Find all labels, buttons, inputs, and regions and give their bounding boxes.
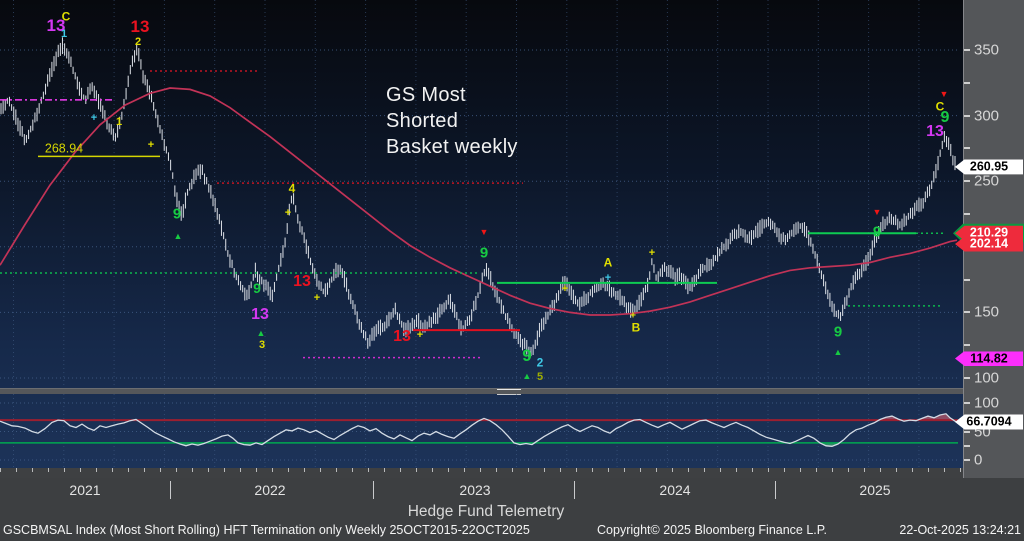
- svg-text:+: +: [605, 272, 611, 284]
- year-separator-tick: [574, 481, 575, 499]
- year-separator-tick: [170, 481, 171, 499]
- svg-text:▲: ▲: [174, 231, 183, 241]
- price-axis-tick: [964, 180, 970, 182]
- svg-text:+: +: [91, 112, 97, 124]
- svg-text:9: 9: [480, 244, 488, 261]
- svg-text:1: 1: [61, 28, 67, 40]
- svg-text:C: C: [62, 9, 71, 23]
- year-label: 2023: [459, 482, 490, 498]
- svg-text:+: +: [562, 283, 568, 295]
- svg-text:268.94: 268.94: [45, 142, 83, 156]
- chart-plot-area[interactable]: 13C1132+1+268.949▲4+913+13▲313+▼9+A+++B9…: [0, 0, 963, 478]
- osc-axis-tick: [964, 459, 970, 461]
- svg-text:3: 3: [259, 339, 265, 351]
- svg-text:13: 13: [293, 273, 311, 290]
- svg-text:+: +: [649, 247, 655, 259]
- svg-text:9: 9: [173, 205, 181, 222]
- svg-text:▲: ▲: [257, 328, 266, 338]
- price-axis-tick: [964, 377, 970, 379]
- lower-panel-label: Hedge Fund Telemetry: [408, 503, 565, 521]
- osc-axis-label: 100: [974, 395, 999, 412]
- svg-text:4: 4: [289, 181, 296, 195]
- chart-title-line2: Shorted: [386, 108, 518, 134]
- price-axis-rail[interactable]: 350300250150100100500260.95210.29202.141…: [963, 0, 1024, 478]
- price-axis-tick: [964, 279, 970, 281]
- price-axis-tick: [964, 311, 970, 313]
- time-axis-ticks: [0, 468, 963, 478]
- svg-text:▼: ▼: [940, 89, 949, 99]
- svg-text:1: 1: [116, 116, 122, 128]
- price-axis-label: 150: [974, 304, 999, 321]
- svg-text:+: +: [417, 329, 423, 341]
- price-axis-tick: [964, 147, 970, 149]
- price-axis-label: 300: [974, 107, 999, 124]
- svg-text:9: 9: [522, 346, 531, 365]
- oscillator-chart[interactable]: [0, 393, 963, 468]
- svg-text:13: 13: [393, 328, 411, 345]
- osc-axis-tick: [964, 402, 970, 404]
- svg-text:13: 13: [131, 17, 150, 36]
- svg-text:9: 9: [253, 280, 261, 296]
- year-separator-tick: [775, 481, 776, 499]
- chart-title-line3: Basket weekly: [386, 134, 518, 160]
- svg-text:▲: ▲: [834, 347, 843, 357]
- year-separator-tick: [373, 481, 374, 499]
- chart-title: GS Most Shorted Basket weekly: [386, 82, 518, 160]
- price-tag: 114.82: [955, 351, 1023, 366]
- main-price-chart[interactable]: 13C1132+1+268.949▲4+913+13▲313+▼9+A+++B9…: [0, 0, 963, 388]
- svg-text:13: 13: [926, 123, 944, 140]
- footer-timestamp: 22-Oct-2025 13:24:21: [899, 523, 1021, 537]
- price-axis-tick: [964, 82, 970, 84]
- price-tag: 260.95: [955, 159, 1023, 174]
- svg-text:B: B: [632, 320, 641, 334]
- footer-copyright-text: Copyright© 2025 Bloomberg Finance L.P.: [597, 523, 827, 537]
- year-label: 2025: [859, 482, 890, 498]
- footer-left-text: GSCBMSAL Index (Most Short Rolling) HFT …: [3, 523, 530, 537]
- oscillator-value-tag: 66.7094: [955, 414, 1023, 429]
- osc-axis-tick: [964, 445, 970, 447]
- svg-text:▼: ▼: [873, 207, 882, 217]
- price-axis-tick: [964, 213, 970, 215]
- price-axis-tick: [964, 115, 970, 117]
- year-label: 2022: [254, 482, 285, 498]
- bottom-axis-panel: 2021 2022 2023 2024 2025 Hedge Fund Telemetr…: [0, 478, 1024, 541]
- svg-text:9: 9: [834, 323, 842, 340]
- osc-axis-label: 0: [974, 452, 982, 469]
- svg-text:A: A: [604, 255, 613, 269]
- svg-text:+: +: [285, 207, 291, 219]
- svg-text:2: 2: [537, 355, 544, 369]
- year-label: 2021: [69, 482, 100, 498]
- price-axis-label: 350: [974, 42, 999, 59]
- footer-bar: GSCBMSAL Index (Most Short Rolling) HFT …: [0, 523, 1024, 539]
- svg-text:▲: ▲: [523, 371, 532, 381]
- svg-text:▼: ▼: [480, 227, 489, 237]
- svg-text:13: 13: [251, 306, 269, 323]
- year-label: 2024: [659, 482, 690, 498]
- price-axis-label: 250: [974, 173, 999, 190]
- svg-text:+: +: [314, 292, 320, 304]
- price-tag: 202.14: [955, 236, 1023, 251]
- chart-title-line1: GS Most: [386, 82, 518, 108]
- price-axis-tick: [964, 49, 970, 51]
- svg-text:9: 9: [873, 223, 881, 240]
- price-axis-tick: [964, 344, 970, 346]
- svg-text:5: 5: [537, 371, 543, 383]
- price-axis-label: 100: [974, 370, 999, 387]
- bloomberg-chart-screen: 13C1132+1+268.949▲4+913+13▲313+▼9+A+++B9…: [0, 0, 1024, 541]
- osc-axis-tick: [964, 431, 970, 433]
- svg-text:2: 2: [135, 36, 141, 48]
- svg-text:+: +: [148, 139, 154, 151]
